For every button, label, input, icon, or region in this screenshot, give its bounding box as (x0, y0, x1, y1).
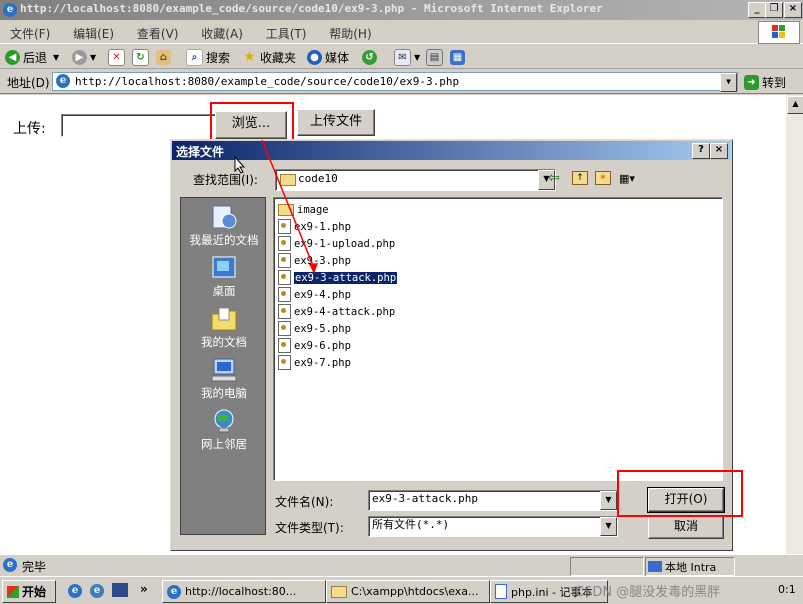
quicklaunch-ie-icon[interactable]: e (68, 584, 82, 598)
annotation-arrow (261, 139, 318, 274)
status-panel (570, 557, 644, 576)
status-text: 完毕 (22, 560, 47, 574)
task-folder-icon (331, 585, 347, 598)
clock: 0:1 (778, 583, 796, 596)
mouse-cursor-icon (234, 156, 246, 174)
task-ie-window[interactable]: e http://localhost:80... (162, 580, 326, 603)
quicklaunch-explorer-icon[interactable]: e (90, 584, 104, 598)
status-page-icon: e (3, 558, 17, 572)
task-explorer-window[interactable]: C:\xampp\htdocs\exa... (326, 580, 490, 603)
security-zone: 本地 Intra (645, 557, 735, 576)
task-label: C:\xampp\htdocs\exa... (351, 585, 479, 598)
start-flag-icon (7, 585, 19, 598)
intranet-zone-icon (648, 561, 662, 572)
quicklaunch-desktop-icon[interactable] (112, 583, 128, 597)
watermark: CSDN @腿没发毒的黑胖 (575, 585, 721, 600)
zone-label: 本地 Intra (665, 560, 717, 574)
task-label: http://localhost:80... (185, 585, 297, 598)
quicklaunch-more-icon[interactable]: » (140, 582, 148, 596)
taskbar: 开始 e e » e http://localhost:80... C:\xamp… (0, 576, 803, 604)
task-ie-icon: e (167, 584, 181, 599)
task-notepad-icon (495, 584, 507, 599)
start-button[interactable]: 开始 (2, 580, 56, 603)
status-bar: e 完毕 本地 Intra (0, 554, 803, 576)
start-label: 开始 (22, 585, 47, 599)
